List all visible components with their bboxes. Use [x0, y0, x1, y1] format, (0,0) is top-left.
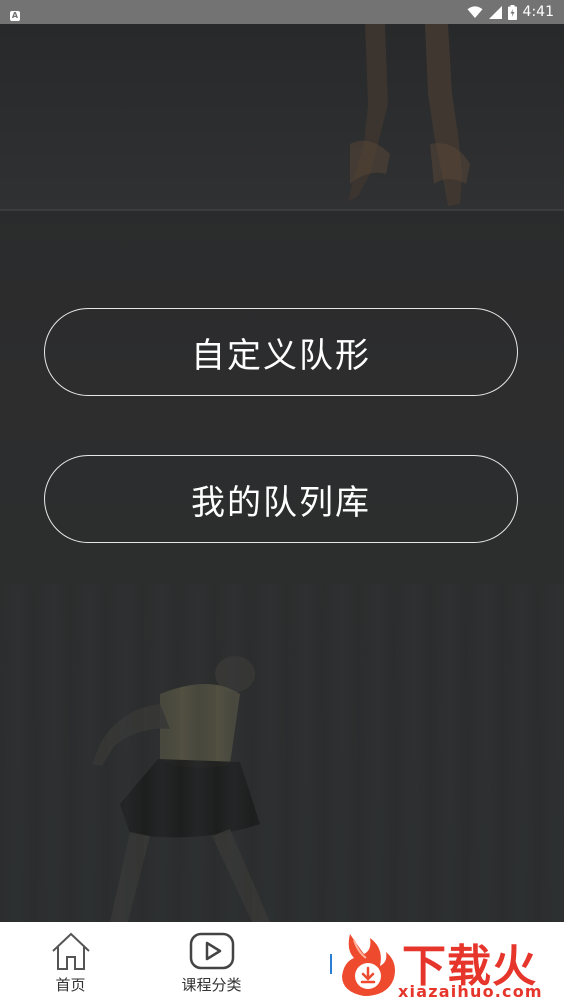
dancer-legs-image	[348, 24, 470, 206]
app-screen: A 4:41 自定义队形 我的队列库 首页 课程分类 下载火 xiazaihuo…	[0, 0, 564, 1004]
status-left: A	[10, 3, 20, 22]
my-formation-library-button[interactable]: 我的队列库	[44, 455, 518, 543]
custom-formation-button[interactable]: 自定义队形	[44, 308, 518, 396]
watermark-url: xiazaihuo.com	[398, 982, 543, 1001]
home-icon	[50, 932, 92, 970]
nav-label-home: 首页	[55, 976, 86, 994]
status-right: 4:41	[467, 4, 554, 20]
app-notification-icon: A	[10, 10, 20, 21]
nav-item-courses[interactable]: 课程分类	[141, 922, 282, 1004]
status-bar: A 4:41	[0, 0, 564, 24]
watermark-divider	[330, 954, 332, 974]
nav-item-home[interactable]: 首页	[0, 922, 141, 1004]
cellular-signal-icon	[488, 5, 502, 19]
watermark: 下载火 xiazaihuo.com	[330, 926, 564, 1004]
background-curtain	[0, 584, 564, 922]
play-icon	[189, 932, 235, 970]
nav-label-courses: 课程分类	[181, 976, 242, 994]
battery-icon	[507, 4, 517, 20]
flame-download-icon	[336, 928, 400, 1002]
status-time: 4:41	[522, 4, 554, 20]
wifi-icon	[467, 5, 483, 19]
